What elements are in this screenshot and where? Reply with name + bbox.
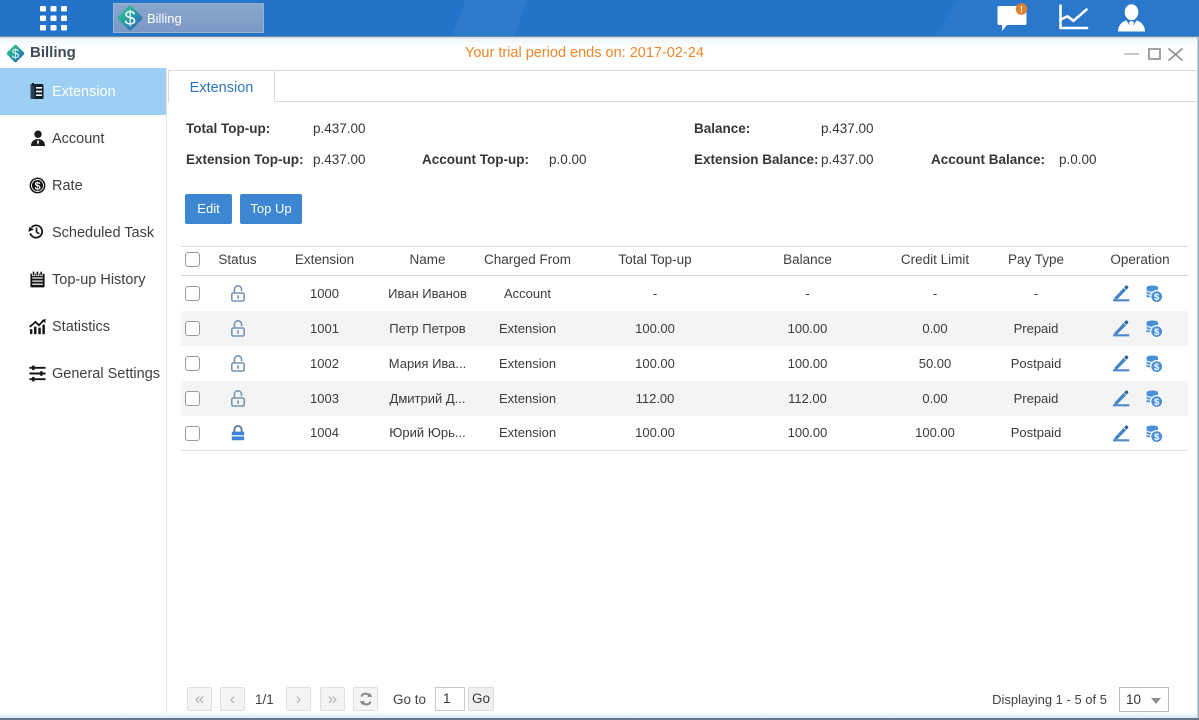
svg-text:!: ! [1020,5,1023,15]
svg-text:$: $ [1154,432,1160,443]
svg-text:$: $ [12,46,19,61]
svg-text:$: $ [124,8,135,30]
svg-text:$: $ [1154,397,1160,408]
svg-text:$: $ [1154,292,1160,303]
svg-text:$: $ [1154,327,1160,338]
svg-text:$: $ [34,181,40,193]
svg-text:$: $ [1154,362,1160,373]
